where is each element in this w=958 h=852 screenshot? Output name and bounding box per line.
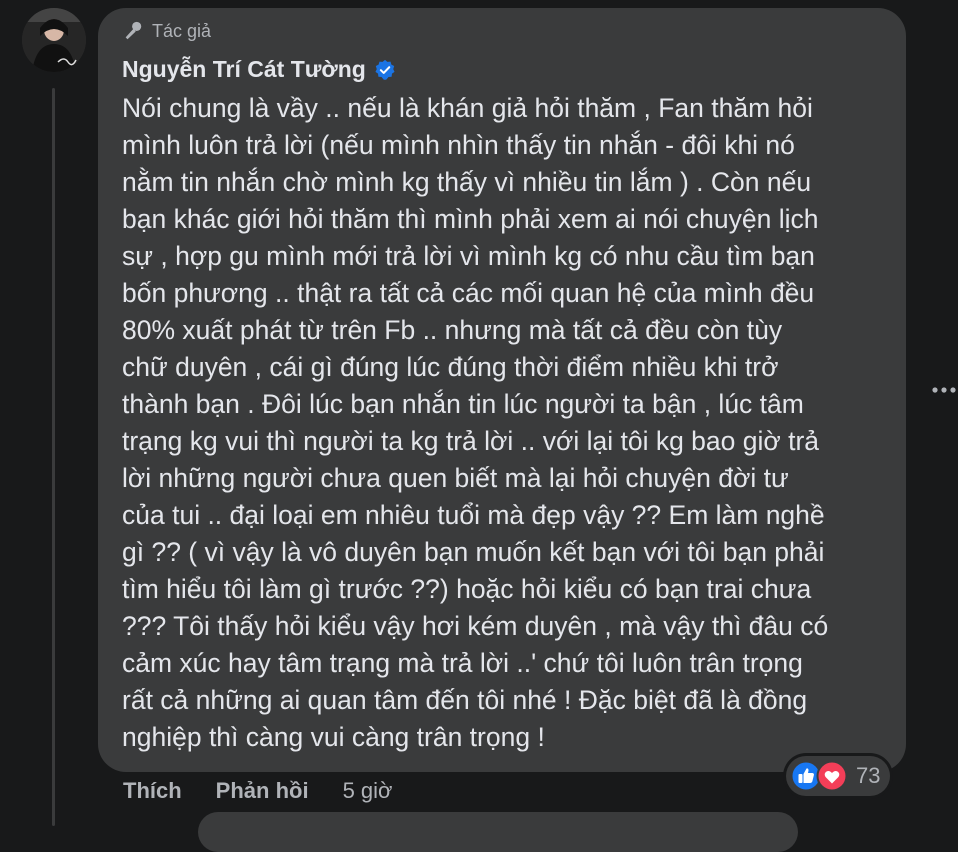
reaction-count: 73 bbox=[856, 763, 881, 788]
timestamp[interactable]: 5 giờ bbox=[343, 778, 393, 804]
comment-text: Nói chung là vầy .. nếu là khán giả hỏi … bbox=[122, 93, 829, 752]
thread-line bbox=[52, 88, 55, 826]
avatar[interactable] bbox=[22, 8, 86, 72]
reply-button[interactable]: Phản hồi bbox=[216, 778, 309, 804]
comment-actions: Thích Phản hồi 5 giờ bbox=[123, 778, 392, 804]
author-name[interactable]: Nguyễn Trí Cát Tường bbox=[122, 56, 396, 83]
author-name-text[interactable]: Nguyễn Trí Cát Tường bbox=[122, 56, 366, 83]
more-options-icon[interactable] bbox=[930, 382, 958, 398]
verified-badge-icon bbox=[375, 59, 395, 80]
like-button[interactable]: Thích bbox=[123, 778, 182, 804]
love-reaction-icon bbox=[816, 760, 848, 792]
avatar-image bbox=[22, 8, 86, 72]
reply-input-preview[interactable] bbox=[198, 812, 798, 852]
author-badge: Tác giả bbox=[122, 20, 211, 42]
author-badge-label: Tác giả bbox=[152, 20, 212, 41]
comment-bubble: Tác giả Nguyễn Trí Cát Tường Nói chung l… bbox=[98, 8, 906, 772]
microphone-icon bbox=[125, 21, 142, 40]
reactions-summary[interactable]: 73 bbox=[786, 756, 891, 796]
